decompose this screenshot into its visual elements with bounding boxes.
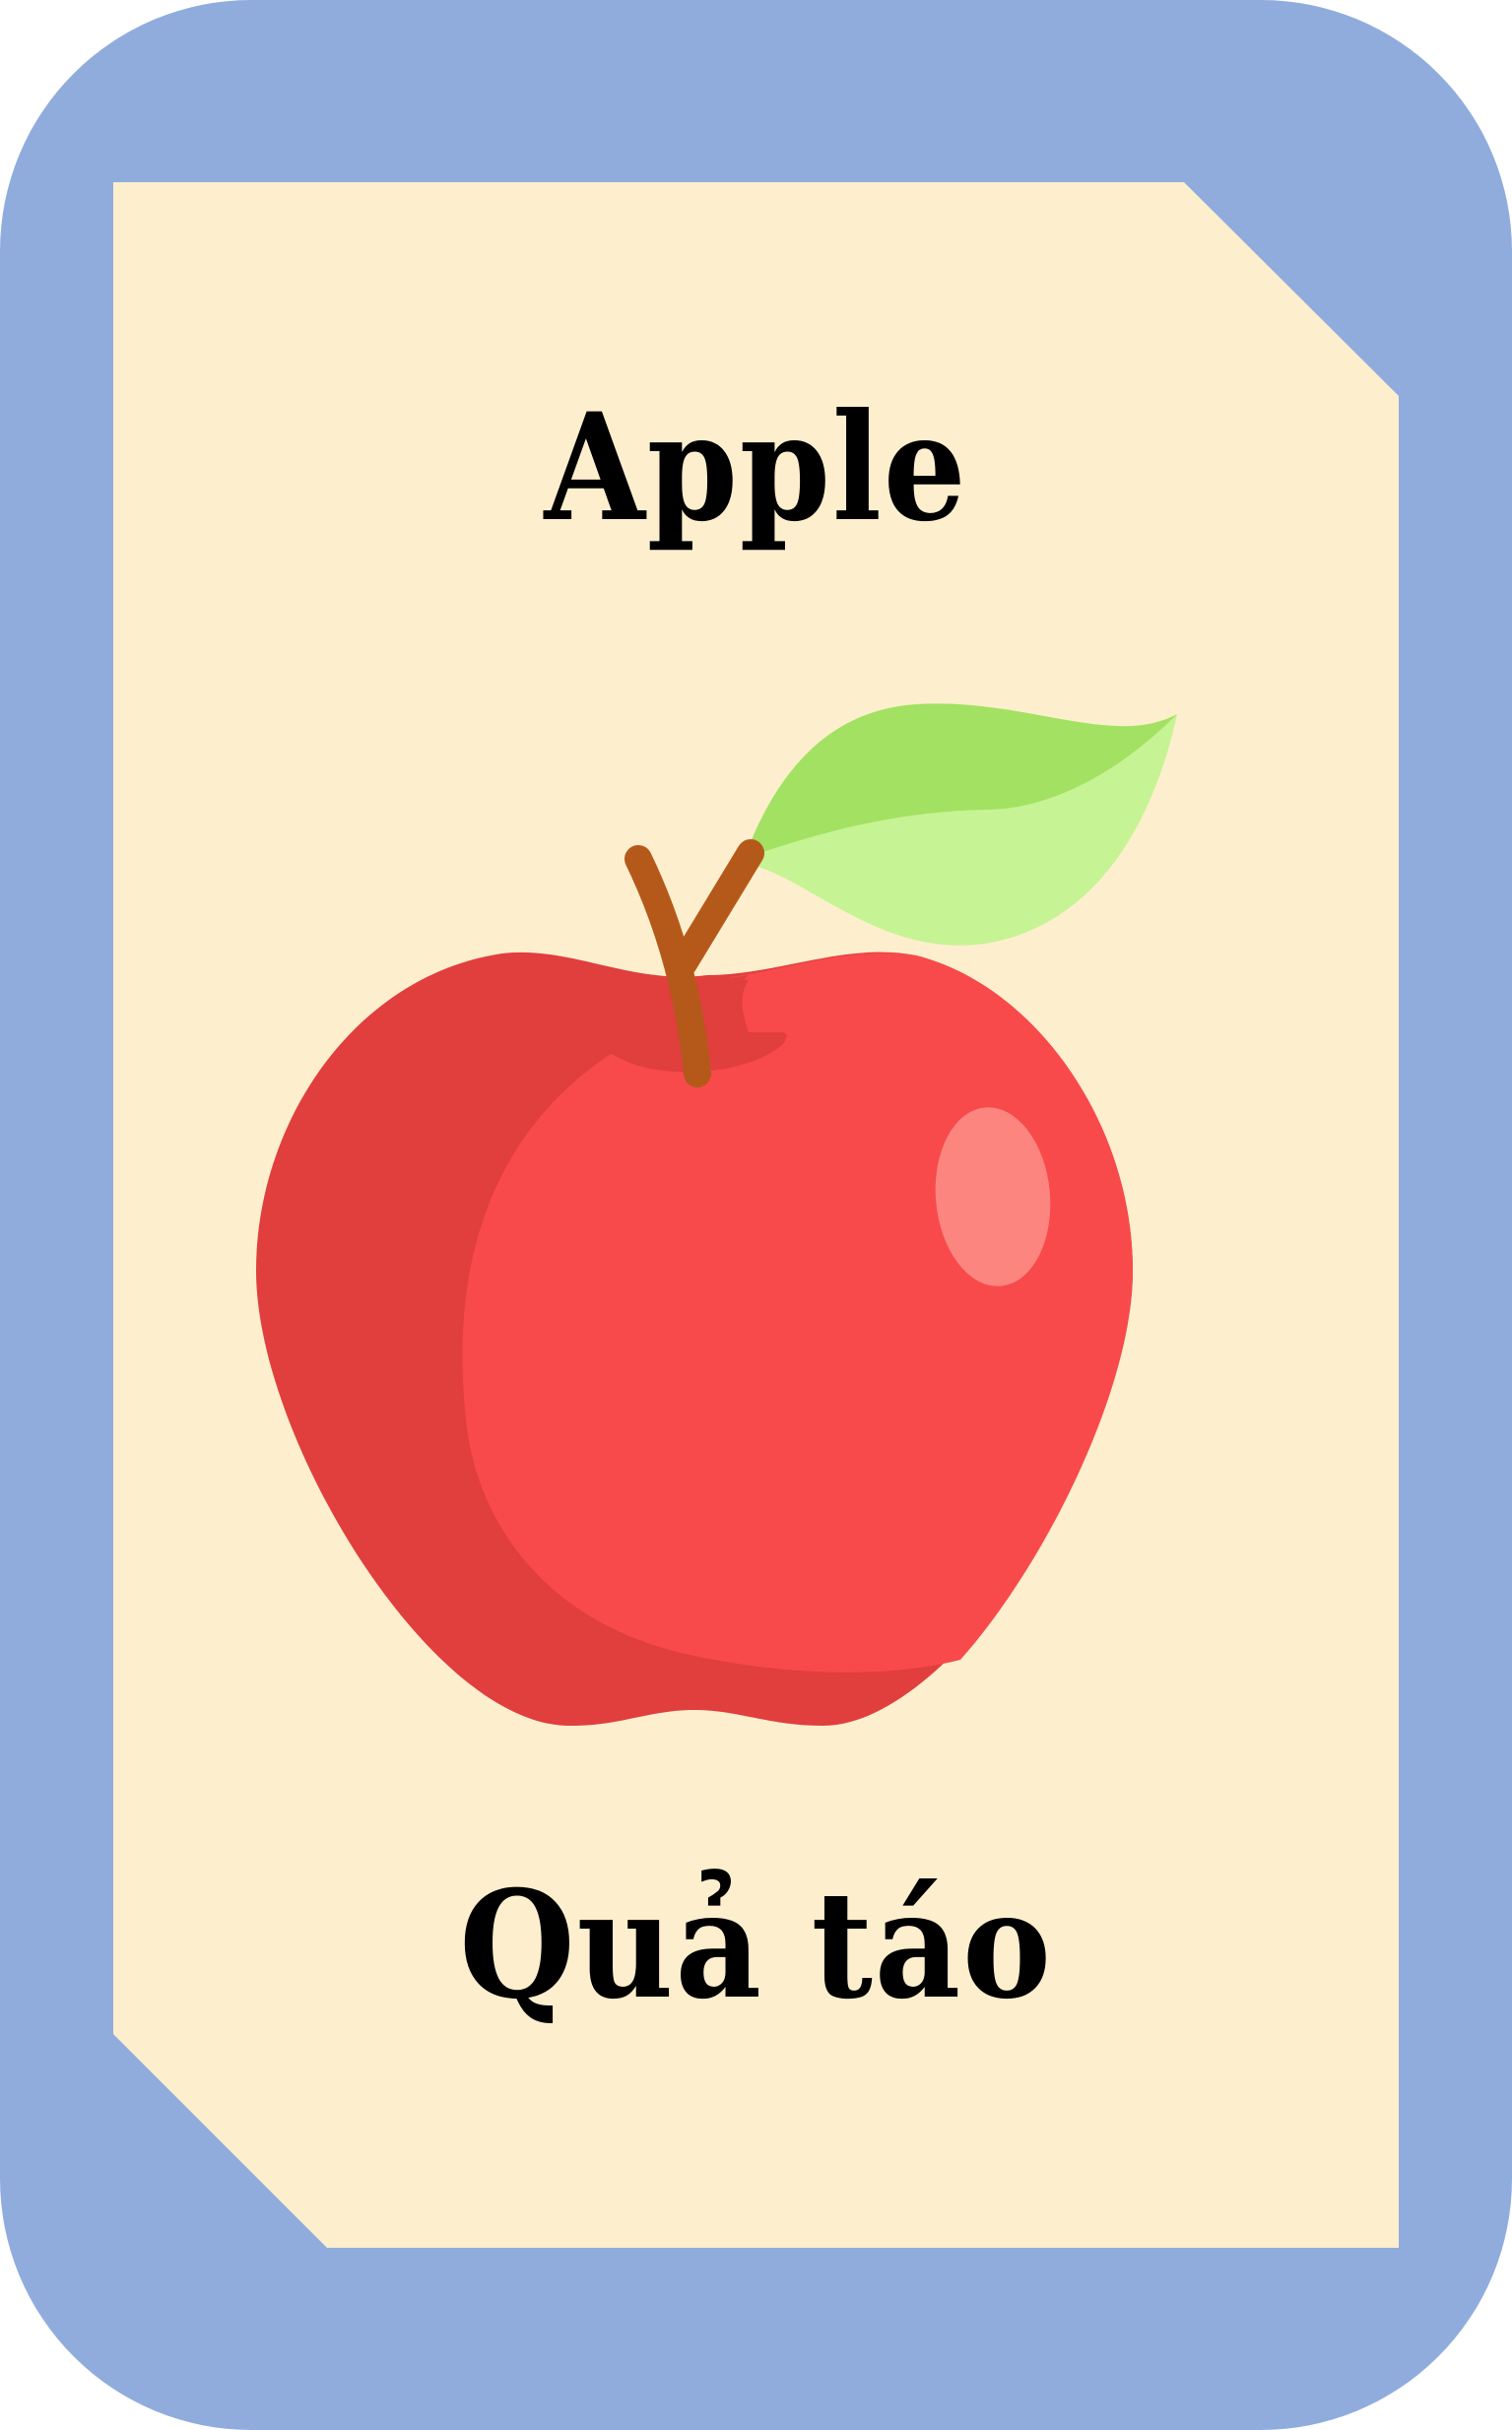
english-word: Apple [544, 381, 968, 555]
apple-stem-branch [670, 839, 764, 977]
apple-icon [256, 703, 1177, 1727]
vietnamese-word: Quả táo [459, 1859, 1053, 2032]
